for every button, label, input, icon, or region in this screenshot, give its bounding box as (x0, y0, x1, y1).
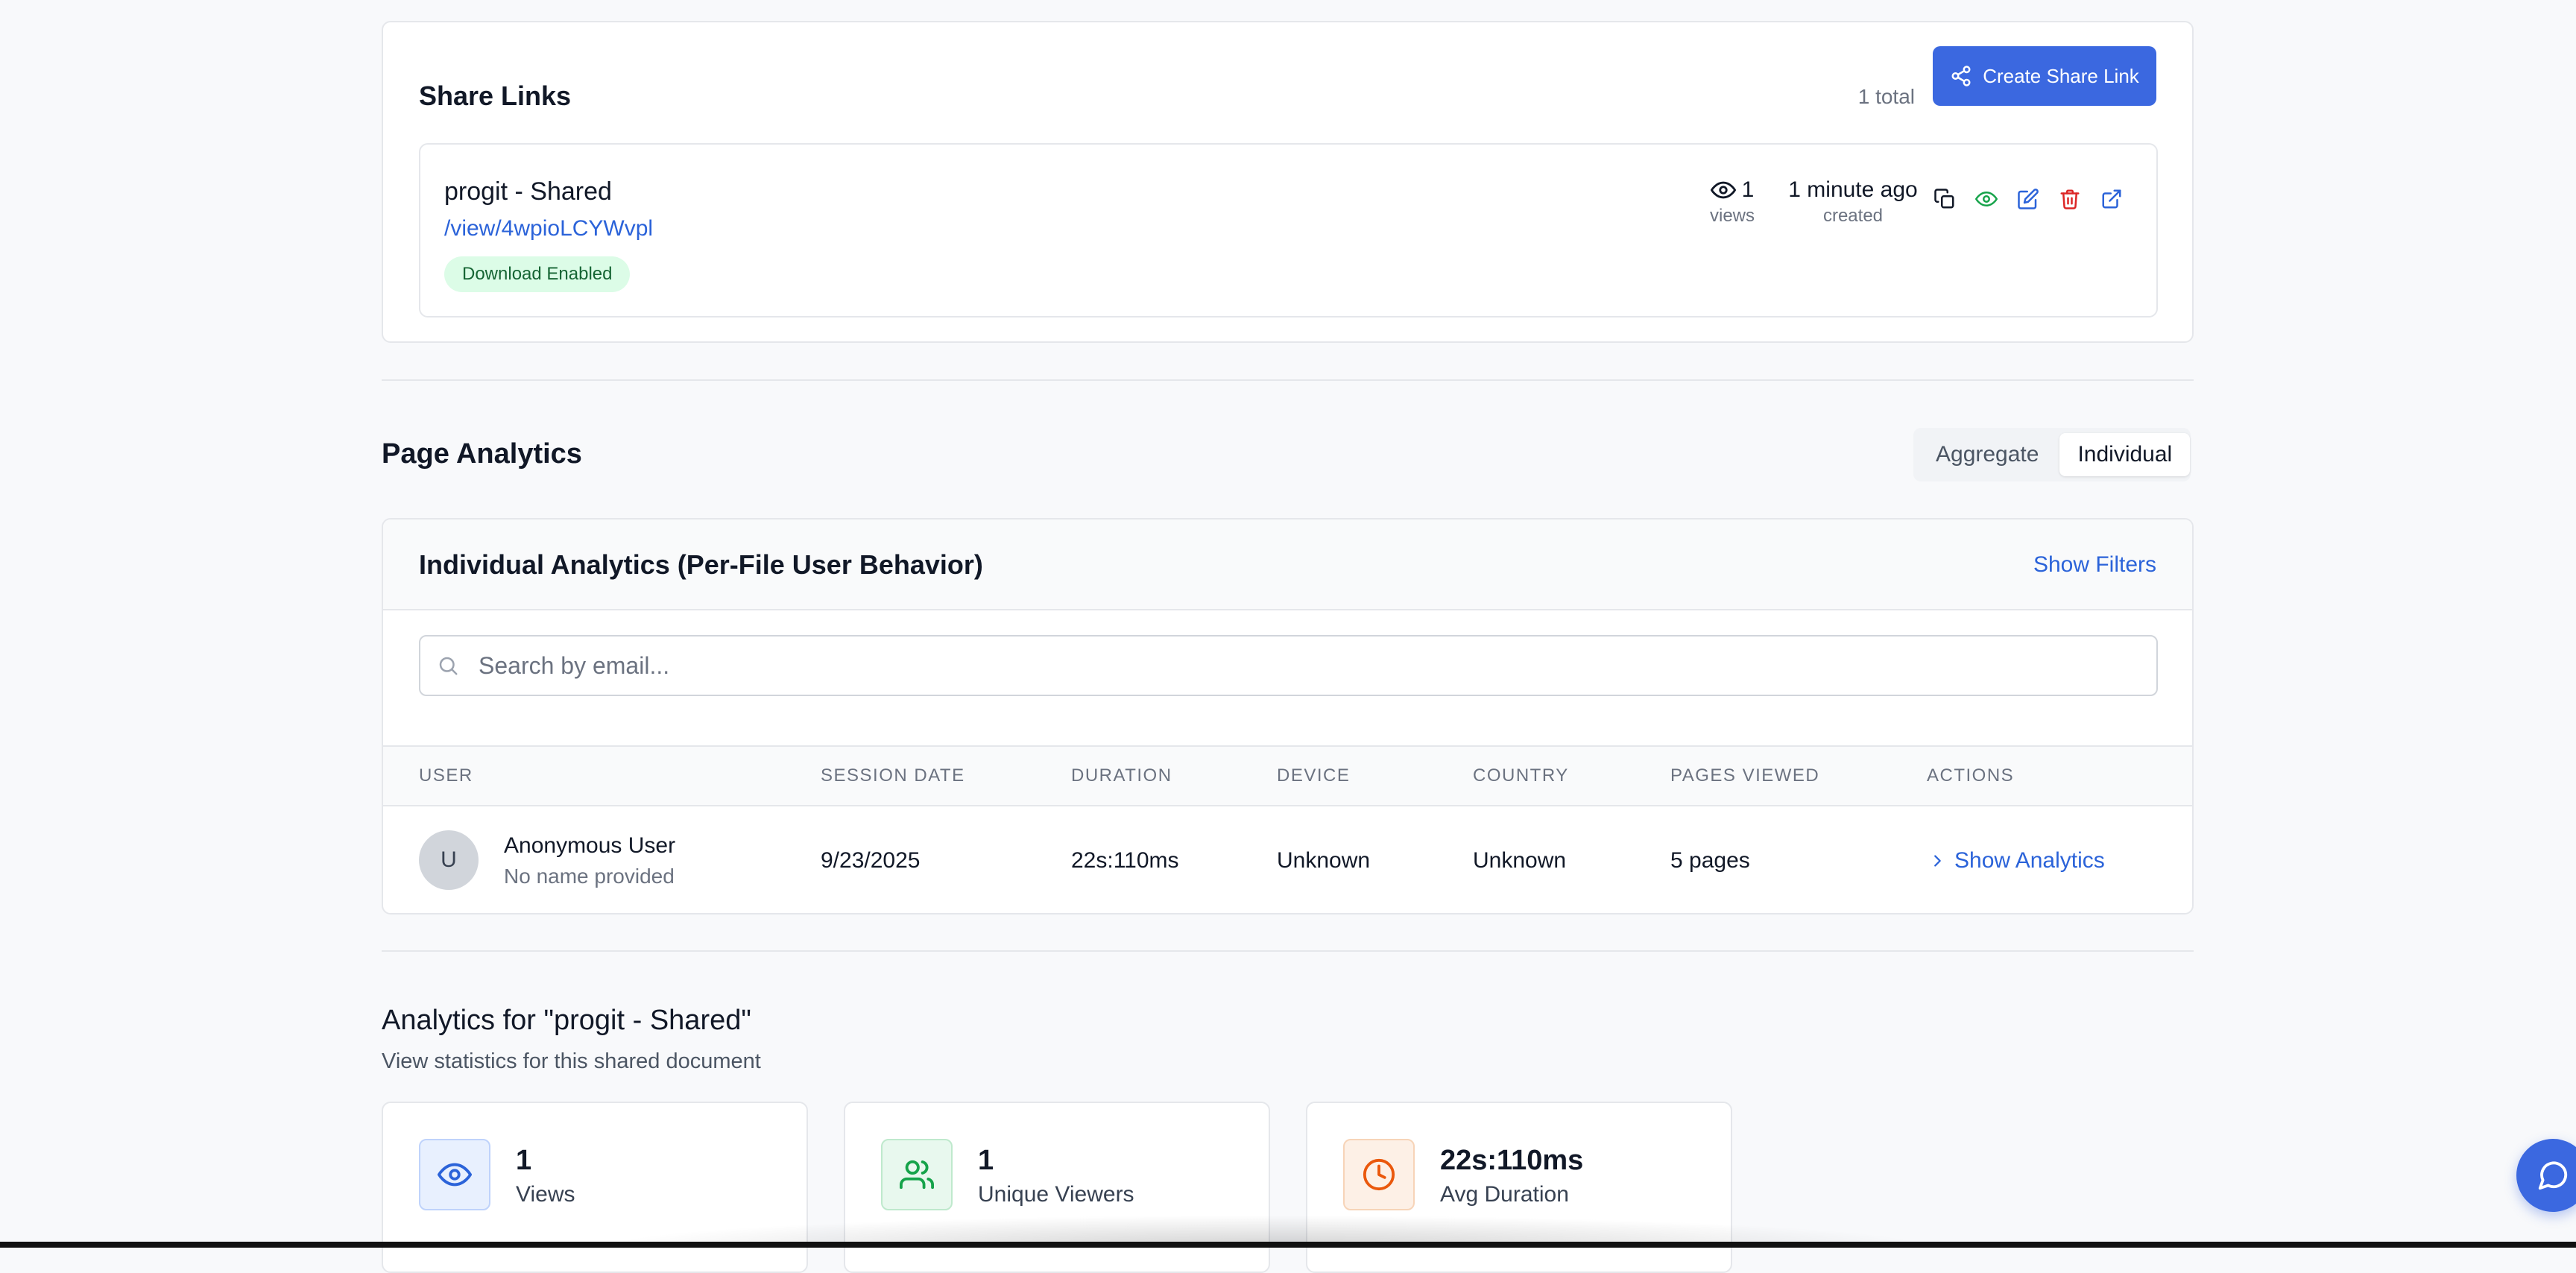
section-divider (382, 950, 2194, 952)
create-share-link-button[interactable]: Create Share Link (1933, 46, 2156, 106)
stat-value: 1 (978, 1145, 994, 1176)
created-label: created (1822, 206, 1884, 226)
show-analytics-button[interactable]: Show Analytics (1929, 848, 2105, 874)
column-header-user: USER (419, 765, 473, 786)
toggle-aggregate[interactable]: Aggregate (1918, 433, 2056, 476)
stat-value: 22s:110ms (1440, 1145, 1584, 1176)
section-divider (382, 379, 2194, 381)
search-icon (439, 657, 458, 675)
chat-bubble-icon (2538, 1161, 2568, 1190)
stat-value: 1 (516, 1145, 532, 1176)
device-cell: Unknown (1277, 848, 1371, 873)
share-links-card: Share Links 1 total Create Share Link pr… (382, 21, 2194, 343)
share-link-views: 1 views (1702, 177, 1762, 227)
individual-analytics-title: Individual Analytics (Per-File User Beha… (419, 549, 983, 580)
column-header-pages-viewed: PAGES VIEWED (1670, 765, 1820, 786)
window-bottom-edge (0, 1242, 2576, 1248)
external-link-icon (2102, 189, 2121, 209)
analytics-view-toggle: Aggregate Individual (1913, 428, 2191, 481)
stat-icon-box (419, 1139, 490, 1210)
eye-icon (1975, 192, 1998, 206)
stat-label: Views (516, 1182, 575, 1207)
pages-viewed-cell: 5 pages (1670, 848, 1750, 873)
share-link-actions (1932, 186, 2124, 212)
country-cell: Unknown (1473, 848, 1567, 873)
chat-support-button[interactable] (2516, 1139, 2576, 1212)
views-label: views (1709, 206, 1755, 226)
share-link-created: 1 minute ago created (1778, 177, 1928, 227)
download-enabled-badge: Download Enabled (444, 256, 631, 292)
views-count: 1 (1741, 177, 1755, 202)
copy-icon (1934, 189, 1954, 209)
share-link-name: progit - Shared (444, 177, 612, 206)
page-analytics-title: Page Analytics (382, 438, 582, 470)
column-header-actions: ACTIONS (1927, 765, 2015, 786)
avatar: U (419, 830, 479, 890)
open-link-button[interactable] (2099, 186, 2124, 212)
table-header: USER SESSION DATE DURATION DEVICE COUNTR… (383, 745, 2192, 806)
column-header-session-date: SESSION DATE (821, 765, 965, 786)
column-header-duration: DURATION (1071, 765, 1172, 786)
trash-icon (2060, 189, 2080, 209)
share-link-url[interactable]: /view/4wpioLCYWvpl (444, 216, 653, 241)
show-filters-button[interactable]: Show Filters (2033, 552, 2156, 578)
created-value: 1 minute ago (1788, 177, 1918, 202)
stat-icon-box (881, 1139, 953, 1210)
chevron-right-icon (1934, 855, 1941, 867)
search-email-input[interactable] (477, 651, 2120, 680)
duration-cell: 22s:110ms (1071, 848, 1179, 873)
analytics-for-title: Analytics for "progit - Shared" (382, 1005, 751, 1036)
table-row: U Anonymous User No name provided 9/23/2… (383, 806, 2192, 913)
search-box (419, 635, 2158, 696)
share-links-total: 1 total (1857, 85, 1915, 108)
edit-link-button[interactable] (2015, 186, 2041, 212)
analytics-for-subtitle: View statistics for this shared document (382, 1049, 761, 1073)
eye-icon (1710, 181, 1736, 199)
individual-analytics-header: Individual Analytics (Per-File User Beha… (383, 519, 2192, 610)
show-analytics-label: Show Analytics (1954, 848, 2105, 873)
preview-link-button[interactable] (1974, 186, 1999, 212)
column-header-country: COUNTRY (1473, 765, 1569, 786)
toggle-individual[interactable]: Individual (2059, 433, 2191, 476)
clock-icon (1363, 1158, 1395, 1191)
create-share-link-label: Create Share Link (1983, 64, 2139, 87)
session-date-cell: 9/23/2025 (821, 848, 921, 873)
users-icon (900, 1160, 934, 1190)
share-icon (1951, 66, 1971, 86)
share-link-item: progit - Shared /view/4wpioLCYWvpl Downl… (419, 143, 2158, 318)
share-links-title: Share Links (419, 80, 572, 111)
delete-link-button[interactable] (2057, 186, 2083, 212)
copy-link-button[interactable] (1932, 186, 1957, 212)
individual-analytics-card: Individual Analytics (Per-File User Beha… (382, 518, 2194, 915)
stat-label: Avg Duration (1440, 1182, 1569, 1207)
column-header-device: DEVICE (1277, 765, 1351, 786)
stat-label: Unique Viewers (978, 1182, 1134, 1207)
edit-icon (2018, 189, 2039, 209)
eye-icon (438, 1163, 472, 1187)
user-name: Anonymous User (504, 833, 676, 858)
stat-icon-box (1343, 1139, 1415, 1210)
user-subtitle: No name provided (504, 865, 675, 888)
